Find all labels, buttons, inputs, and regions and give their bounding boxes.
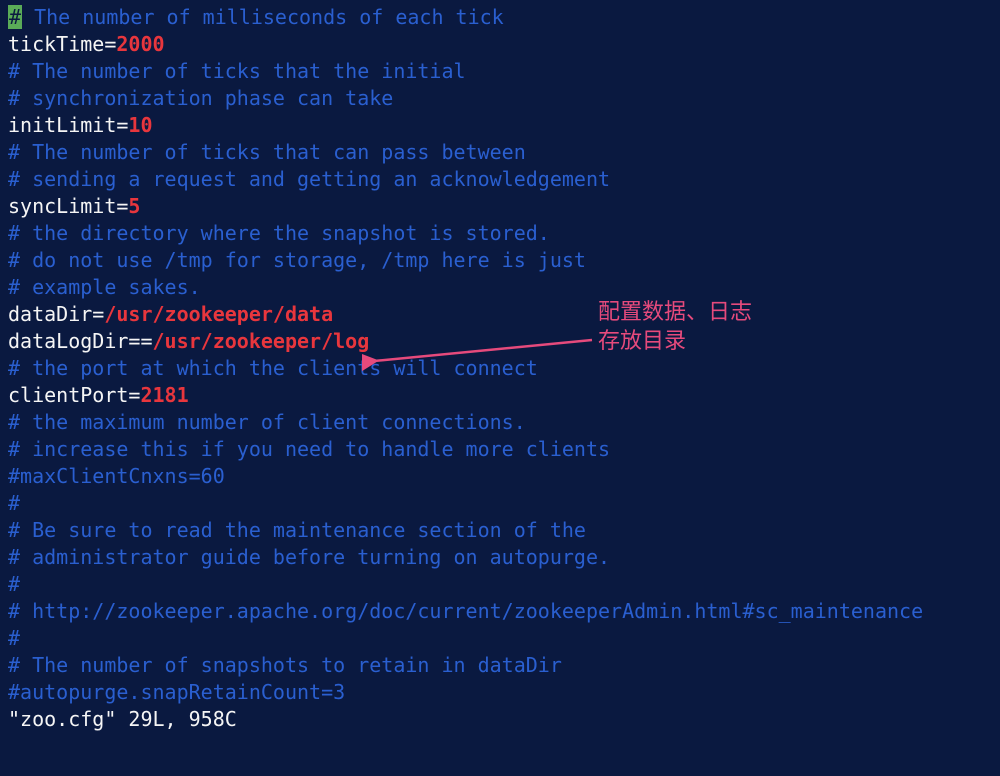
config-value: 5 (128, 194, 140, 218)
config-line-25: # The number of snapshots to retain in d… (8, 652, 992, 679)
config-line-17: # increase this if you need to handle mo… (8, 436, 992, 463)
config-line-19: # (8, 490, 992, 517)
config-line-26: #autopurge.snapRetainCount=3 (8, 679, 992, 706)
config-value: 2000 (116, 32, 164, 56)
equals: = (104, 32, 116, 56)
annotation-line-2: 存放目录 (598, 327, 752, 356)
config-line-2: tickTime=2000 (8, 31, 992, 58)
config-line-4: # synchronization phase can take (8, 85, 992, 112)
config-path: /usr/zookeeper/log (153, 329, 370, 353)
config-value: 10 (128, 113, 152, 137)
config-line-15: clientPort=2181 (8, 382, 992, 409)
equals: = (116, 113, 128, 137)
config-key: dataDir (8, 302, 92, 326)
config-key: dataLogDir (8, 329, 128, 353)
annotation-label: 配置数据、日志 存放目录 (598, 298, 752, 355)
config-line-24: # (8, 625, 992, 652)
config-line-20: # Be sure to read the maintenance sectio… (8, 517, 992, 544)
config-line-10: # do not use /tmp for storage, /tmp here… (8, 247, 992, 274)
config-line-3: # The number of ticks that the initial (8, 58, 992, 85)
config-key: clientPort (8, 383, 128, 407)
config-value: 2181 (140, 383, 188, 407)
config-line-16: # the maximum number of client connectio… (8, 409, 992, 436)
config-line-5: initLimit=10 (8, 112, 992, 139)
config-line-22: # (8, 571, 992, 598)
equals: = (92, 302, 104, 326)
config-line-8: syncLimit=5 (8, 193, 992, 220)
config-line-9: # the directory where the snapshot is st… (8, 220, 992, 247)
vim-status-line: "zoo.cfg" 29L, 958C (8, 706, 992, 733)
config-line-14: # the port at which the clients will con… (8, 355, 992, 382)
config-line-18: #maxClientCnxns=60 (8, 463, 992, 490)
config-line-6: # The number of ticks that can pass betw… (8, 139, 992, 166)
config-line-13: dataLogDir==/usr/zookeeper/log (8, 328, 992, 355)
config-line-23: # http://zookeeper.apache.org/doc/curren… (8, 598, 992, 625)
config-line-12: dataDir=/usr/zookeeper/data (8, 301, 992, 328)
config-key: tickTime (8, 32, 104, 56)
config-line-7: # sending a request and getting an ackno… (8, 166, 992, 193)
config-key: initLimit (8, 113, 116, 137)
equals: = (116, 194, 128, 218)
equals: == (128, 329, 152, 353)
equals: = (128, 383, 140, 407)
config-line-11: # example sakes. (8, 274, 992, 301)
comment-text: The number of milliseconds of each tick (22, 5, 504, 29)
config-line-1: # The number of milliseconds of each tic… (8, 4, 992, 31)
config-path: /usr/zookeeper/data (104, 302, 333, 326)
cursor: # (8, 5, 22, 29)
config-line-21: # administrator guide before turning on … (8, 544, 992, 571)
annotation-line-1: 配置数据、日志 (598, 298, 752, 327)
config-key: syncLimit (8, 194, 116, 218)
